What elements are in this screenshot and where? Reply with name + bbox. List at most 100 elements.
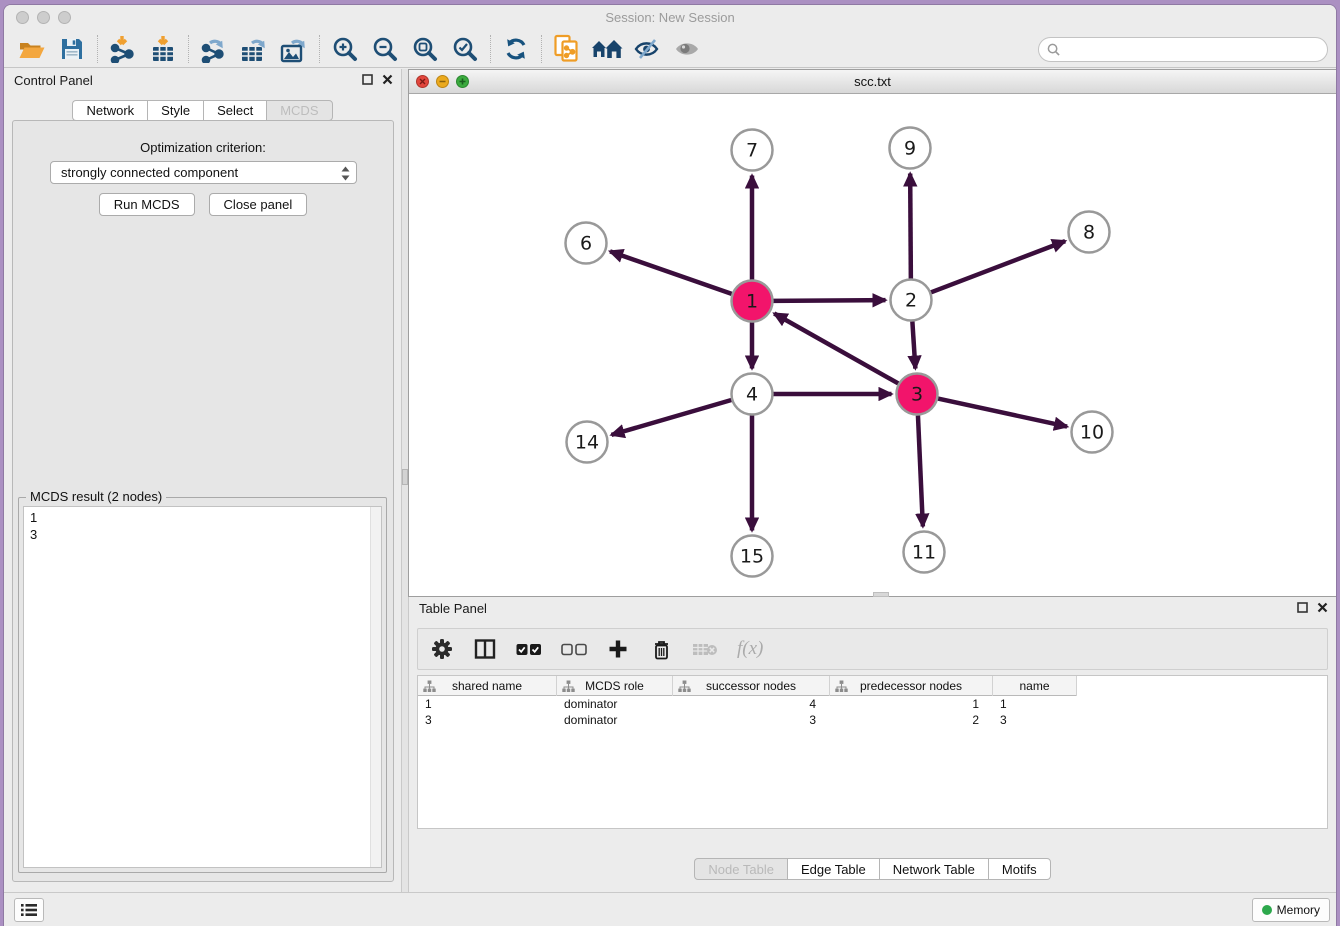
criterion-select[interactable]: strongly connected component	[50, 161, 357, 184]
table-cell[interactable]: 1	[418, 696, 557, 712]
mcds-result-text: 1 3	[24, 507, 381, 545]
node-10[interactable]: 10	[1072, 412, 1113, 453]
result-scrollbar[interactable]	[370, 507, 381, 867]
copy-network-icon	[553, 34, 581, 64]
minimize-network-icon[interactable]	[436, 75, 449, 88]
show-columns-button[interactable]	[473, 634, 497, 664]
network-canvas[interactable]: 7 9 6 8 1 2 4 3 14 10 15 11	[409, 94, 1336, 596]
export-image-button[interactable]	[274, 33, 314, 65]
close-panel-icon[interactable]	[382, 74, 393, 85]
export-table-button[interactable]	[234, 33, 274, 65]
add-column-button[interactable]	[606, 634, 630, 664]
search-field[interactable]	[1038, 37, 1328, 62]
edge-4-14[interactable]	[611, 400, 731, 435]
node-7[interactable]: 7	[732, 130, 773, 171]
zoom-out-button[interactable]	[365, 33, 405, 65]
table-cell[interactable]: 2	[830, 712, 993, 728]
search-input[interactable]	[1065, 42, 1319, 58]
tab-network[interactable]: Network	[72, 100, 147, 121]
edge-1-6[interactable]	[610, 251, 732, 293]
tree-icon	[423, 680, 436, 693]
home-button[interactable]	[587, 33, 627, 65]
delete-columns-button[interactable]	[649, 634, 673, 664]
node-9[interactable]: 9	[890, 128, 931, 169]
zoom-fit-button[interactable]	[405, 33, 445, 65]
tab-mcds[interactable]: MCDS	[266, 100, 332, 121]
node-8[interactable]: 8	[1069, 212, 1110, 253]
save-session-button[interactable]	[52, 33, 92, 65]
tab-style[interactable]: Style	[147, 100, 203, 121]
zoom-in-button[interactable]	[325, 33, 365, 65]
import-network-button[interactable]	[103, 33, 143, 65]
close-panel-button[interactable]: Close panel	[209, 193, 308, 216]
node-3[interactable]: 3	[897, 374, 938, 415]
edge-3-10[interactable]	[938, 399, 1067, 427]
tab-select[interactable]: Select	[203, 100, 266, 121]
unselect-all-columns-button[interactable]	[561, 634, 587, 664]
float-panel-icon[interactable]	[1297, 602, 1308, 613]
table-options-button[interactable]	[430, 634, 454, 664]
edge-3-11[interactable]	[918, 415, 923, 526]
open-session-button[interactable]	[12, 33, 52, 65]
edge-2-9[interactable]	[910, 173, 911, 278]
splitter-grip[interactable]	[402, 469, 408, 485]
node-4[interactable]: 4	[732, 374, 773, 415]
column-header-predecessor-nodes[interactable]: predecessor nodes	[830, 676, 993, 696]
table-cell[interactable]: dominator	[557, 696, 673, 712]
edge-2-8[interactable]	[931, 241, 1065, 292]
memory-status-icon	[1262, 905, 1272, 915]
edge-1-2[interactable]	[773, 300, 885, 301]
function-icon: f(x)	[737, 638, 763, 660]
node-table[interactable]: shared name MCDS role successor nodesprede…	[417, 675, 1328, 829]
maximize-network-icon[interactable]	[456, 75, 469, 88]
maximize-window-button[interactable]	[58, 11, 71, 24]
close-window-button[interactable]	[16, 11, 29, 24]
table-row[interactable]: 3dominator323	[418, 712, 1327, 728]
table-cell[interactable]: 4	[673, 696, 830, 712]
table-cell[interactable]: 3	[993, 712, 1077, 728]
tab-node-table[interactable]: Node Table	[694, 858, 787, 880]
mcds-result-group: MCDS result (2 nodes) 1 3	[18, 497, 387, 873]
export-network-button[interactable]	[194, 33, 234, 65]
tab-network-table[interactable]: Network Table	[879, 858, 988, 880]
table-cell[interactable]: 3	[418, 712, 557, 728]
svg-text:7: 7	[746, 140, 758, 162]
node-6[interactable]: 6	[566, 223, 607, 264]
memory-button[interactable]: Memory	[1252, 898, 1330, 922]
task-history-button[interactable]	[14, 898, 44, 922]
column-header-name[interactable]: name	[993, 676, 1077, 696]
float-panel-icon[interactable]	[362, 74, 373, 85]
column-header-successor-nodes[interactable]: successor nodes	[673, 676, 830, 696]
select-all-columns-button[interactable]	[516, 634, 542, 664]
run-mcds-button[interactable]: Run MCDS	[99, 193, 195, 216]
node-14[interactable]: 14	[567, 422, 608, 463]
edge-3-1[interactable]	[774, 314, 898, 384]
refresh-button[interactable]	[496, 33, 536, 65]
node-1[interactable]: 1	[732, 281, 773, 322]
import-table-button[interactable]	[143, 33, 183, 65]
zoom-selected-button[interactable]	[445, 33, 485, 65]
vertical-splitter[interactable]	[401, 69, 408, 892]
column-label: MCDS role	[585, 679, 644, 693]
close-network-icon[interactable]	[416, 75, 429, 88]
copy-network-style-button[interactable]	[547, 33, 587, 65]
column-header-shared-name[interactable]: shared name	[418, 676, 557, 696]
mcds-result-area[interactable]: 1 3	[23, 506, 382, 868]
table-row[interactable]: 1dominator411	[418, 696, 1327, 712]
tab-edge-table[interactable]: Edge Table	[787, 858, 879, 880]
node-2[interactable]: 2	[891, 280, 932, 321]
hide-selected-button[interactable]	[627, 33, 667, 65]
close-panel-icon[interactable]	[1317, 602, 1328, 613]
node-11[interactable]: 11	[904, 532, 945, 573]
column-header-MCDS-role[interactable]: MCDS role	[557, 676, 673, 696]
node-15[interactable]: 15	[732, 536, 773, 577]
table-cell[interactable]: 1	[993, 696, 1077, 712]
minimize-window-button[interactable]	[37, 11, 50, 24]
main-area: Control Panel NetworkStyleSelectMCDS Opt…	[4, 69, 1336, 892]
table-cell[interactable]: 1	[830, 696, 993, 712]
edge-2-3[interactable]	[912, 321, 915, 368]
tab-motifs[interactable]: Motifs	[988, 858, 1051, 880]
show-all-button[interactable]	[667, 33, 707, 65]
table-cell[interactable]: 3	[673, 712, 830, 728]
table-cell[interactable]: dominator	[557, 712, 673, 728]
